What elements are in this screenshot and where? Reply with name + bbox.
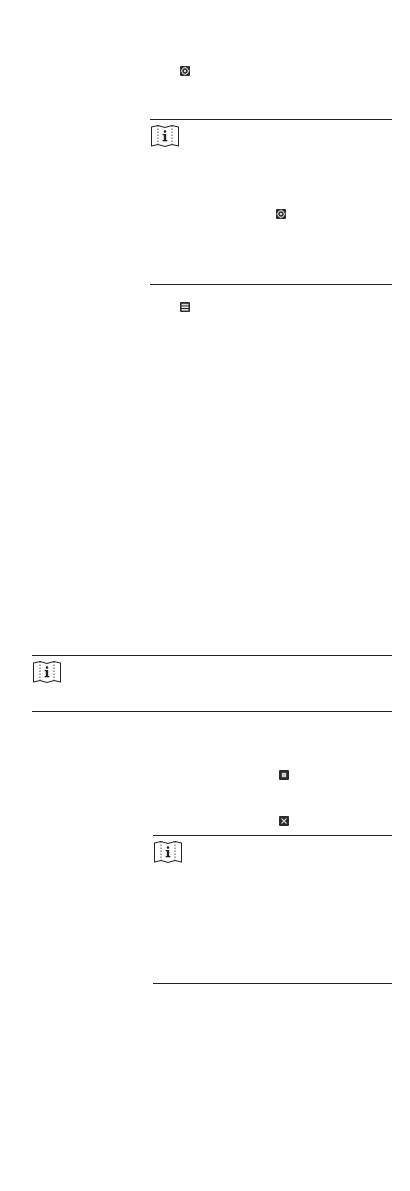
note-bottom-rule bbox=[153, 983, 392, 984]
note-top-rule bbox=[32, 655, 392, 656]
list-icon[interactable] bbox=[180, 302, 190, 312]
stop-icon[interactable] bbox=[279, 770, 289, 780]
note-top-rule bbox=[150, 119, 392, 120]
close-icon[interactable] bbox=[279, 816, 289, 826]
note-top-rule bbox=[153, 835, 392, 836]
gear-icon[interactable] bbox=[276, 209, 286, 219]
note-book-icon bbox=[32, 660, 62, 684]
note-book-icon bbox=[150, 124, 180, 148]
note-bottom-rule bbox=[150, 284, 392, 285]
note-bottom-rule bbox=[32, 711, 392, 712]
note-book-icon bbox=[153, 840, 183, 864]
gear-icon[interactable] bbox=[180, 66, 190, 76]
